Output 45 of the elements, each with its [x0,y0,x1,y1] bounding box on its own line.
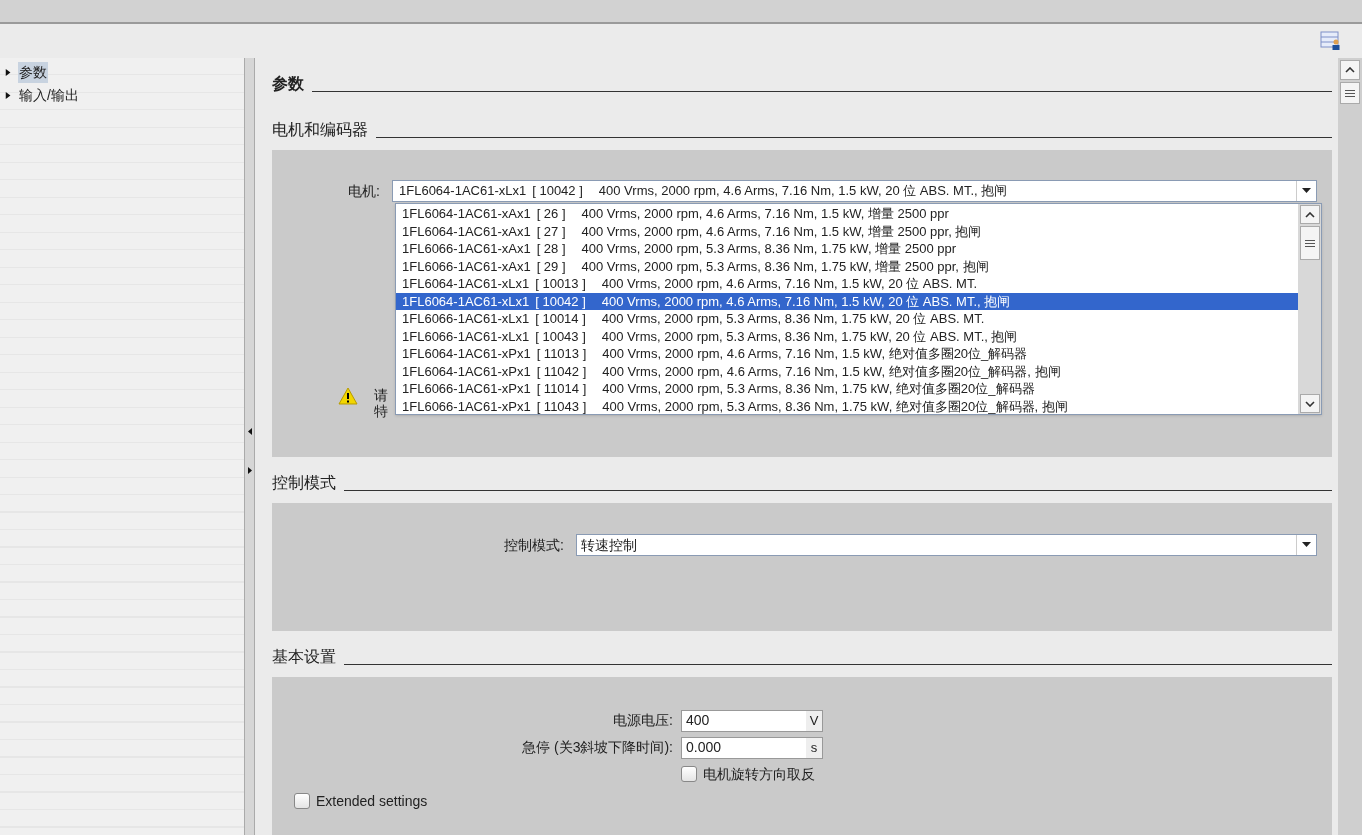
dropdown-option[interactable]: 1FL6064-1AC61-xPx1 [ 11013 ] 400 Vrms, 2000 rpm, 4.6 Arms, 7.16 Nm, 1.5 kW, 绝对值多圈20位_解码器 [396,345,1298,363]
caret-icon [1302,542,1311,548]
dropdown-option[interactable]: 1FL6066-1AC61-xAx1 [ 28 ] 400 Vrms, 2000 rpm, 5.3 Arms, 8.36 Nm, 1.75 kW, 增量 2500 ppr [396,240,1298,258]
warning-text: 请 [374,387,388,403]
scrollbar[interactable] [1298,204,1321,414]
dropdown-option[interactable]: 1FL6064-1AC61-xAx1 [ 27 ] 400 Vrms, 2000 rpm, 4.6 Arms, 7.16 Nm, 1.5 kW, 增量 2500 ppr, 抱闸 [396,222,1298,240]
dropdown-option[interactable]: 1FL6066-1AC61-xLx1 [ 10014 ] 400 Vrms, 2000 rpm, 5.3 Arms, 8.36 Nm, 1.75 kW, 20 位 ABS. MT. [396,310,1298,328]
dropdown-option[interactable]: 1FL6066-1AC61-xPx1 [ 11043 ] 400 Vrms, 2000 rpm, 5.3 Arms, 8.36 Nm, 1.75 kW, 绝对值多圈20位_解码器, 抱闸 [396,397,1298,415]
warning-icon [338,387,358,405]
field-label: 急停 (关3斜坡下降时间): [522,738,673,757]
section-heading: 控制模式 [272,473,336,493]
input-field[interactable]: 0.000 s [681,736,823,759]
dropdown-option[interactable]: 1FL6066-1AC61-xLx1 [ 10043 ] 400 Vrms, 2000 rpm, 5.3 Arms, 8.36 Nm, 1.75 kW, 20 位 ABS. MT., 抱闸 [396,327,1298,345]
section-heading: 基本设置 [272,647,336,667]
tree-item[interactable]: 参数 [18,62,48,83]
field-label: 电源电压: [613,711,673,730]
tree-item[interactable]: 输入/输出 [18,85,80,106]
checkbox-option[interactable]: Extended settings [294,790,428,812]
checkbox-option[interactable]: 电机旋转方向取反 [681,763,815,785]
dropdown-option[interactable]: 1FL6064-1AC61-xPx1 [ 11042 ] 400 Vrms, 2000 rpm, 4.6 Arms, 7.16 Nm, 1.5 kW, 绝对值多圈20位_解码器, 抱闸 [396,362,1298,380]
chevron-down-icon[interactable] [1304,400,1315,407]
field-label: 控制模式: [504,535,564,555]
dropdown-option[interactable]: 1FL6064-1AC61-xAx1 [ 26 ] 400 Vrms, 2000 rpm, 4.6 Arms, 7.16 Nm, 1.5 kW, 增量 2500 ppr [396,205,1298,223]
scroll-thumb-icon[interactable] [1304,239,1315,247]
expand-arrow-icon[interactable] [247,467,252,474]
motor-dropdown[interactable]: 1FL6064-1AC61-xLx1 [ 10042 ] 400 Vrms, 2000 rpm, 4.6 Arms, 7.16 Nm, 1.5 kW, 20 位 ABS. MT., 抱闸 [392,180,1317,202]
dropdown-option[interactable]: 1FL6066-1AC61-xAx1 [ 29 ] 400 Vrms, 2000 rpm, 5.3 Arms, 8.36 Nm, 1.75 kW, 增量 2500 ppr, 抱闸 [396,257,1298,275]
scrollbar[interactable] [1338,58,1362,835]
caret-icon [1302,188,1311,194]
scroll-thumb-icon[interactable] [1345,89,1355,97]
section-heading: 参数 [272,74,304,94]
dropdown-option[interactable]: 1FL6064-1AC61-xLx1 [ 10042 ] 400 Vrms, 2000 rpm, 4.6 Arms, 7.16 Nm, 1.5 kW, 20 位 ABS. MT., 抱闸 [396,292,1298,310]
expand-arrow-icon[interactable] [5,68,12,77]
dropdown-option[interactable]: 1FL6064-1AC61-xLx1 [ 10013 ] 400 Vrms, 2000 rpm, 4.6 Arms, 7.16 Nm, 1.5 kW, 20 位 ABS. MT. [396,275,1298,293]
warning-text: 特 [374,403,388,419]
table-user-icon[interactable] [1320,31,1342,51]
control-mode-dropdown[interactable]: 转速控制 [576,534,1317,556]
field-label: 电机: [348,181,380,201]
input-field[interactable]: 400 V [681,709,823,732]
expand-arrow-icon[interactable] [5,91,12,100]
chevron-up-icon[interactable] [1304,211,1315,218]
chevron-up-icon[interactable] [1345,67,1355,73]
collapse-arrow-icon[interactable] [247,428,252,435]
dropdown-option[interactable]: 1FL6066-1AC61-xPx1 [ 11014 ] 400 Vrms, 2000 rpm, 5.3 Arms, 8.36 Nm, 1.75 kW, 绝对值多圈20位_解码器 [396,380,1298,398]
section-heading: 电机和编码器 [272,120,368,140]
